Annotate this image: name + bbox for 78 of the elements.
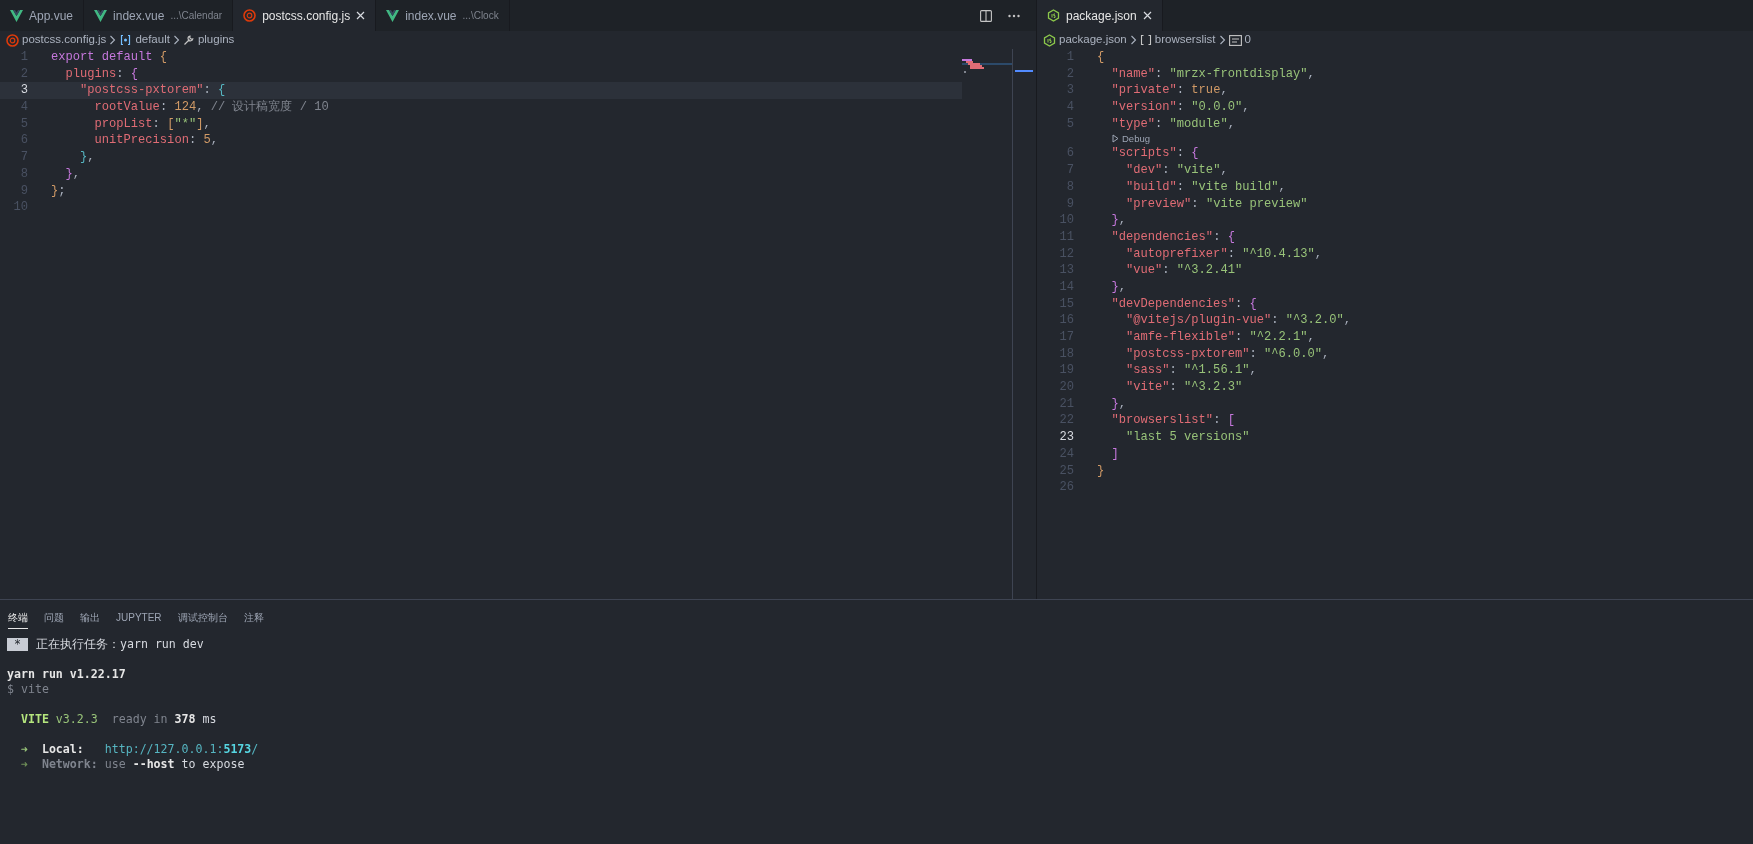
line-number: 23 xyxy=(1058,429,1074,446)
code-line: "devDependencies": { xyxy=(1110,295,1257,313)
close-button[interactable] xyxy=(356,11,366,20)
v-logo-icon xyxy=(386,9,400,22)
code-line: }, xyxy=(1110,395,1127,413)
code-line: }, xyxy=(79,149,95,166)
wrench-icon xyxy=(182,34,195,46)
code-line: "build": "vite build", xyxy=(1125,178,1286,196)
text-box-icon xyxy=(1228,34,1242,46)
more-icon[interactable] xyxy=(1008,13,1020,18)
code-line: "vue": "^3.2.41" xyxy=(1125,262,1243,279)
code-line: { xyxy=(1097,49,1105,66)
code-line: "browserslist": [ xyxy=(1110,412,1235,430)
circle-logo-icon xyxy=(243,9,257,22)
code-line: "postcss-pxtorem": { xyxy=(79,82,226,100)
chevron-right-icon xyxy=(172,35,180,45)
panel-tab[interactable]: 终端 xyxy=(8,608,28,629)
terminal-line: ➜ Local: http://127.0.0.1:5173/ xyxy=(19,742,259,757)
panel-tab[interactable]: 注释 xyxy=(243,608,264,629)
v-logo-icon xyxy=(94,9,108,22)
code-line: "name": "mrzx-frontdisplay", xyxy=(1110,65,1315,83)
breadcrumb-item[interactable]: plugins xyxy=(197,31,235,49)
code-line: }, xyxy=(1110,278,1127,296)
code-line: propList: ["*"], xyxy=(93,115,211,133)
code-line: } xyxy=(1097,462,1105,480)
panel-tab[interactable]: 问题 xyxy=(44,608,64,629)
terminal-line: yarn run v1.22.17 xyxy=(7,667,126,682)
close-button[interactable] xyxy=(1142,11,1152,20)
circle-logo-icon xyxy=(6,33,19,47)
code-line: "@vitejs/plugin-vue": "^3.2.0", xyxy=(1125,312,1352,329)
breadcrumb-item[interactable]: 0 xyxy=(1244,31,1251,49)
code-line: "autoprefixer": "^10.4.13", xyxy=(1125,245,1322,263)
breadcrumb-item[interactable]: postcss.config.js xyxy=(22,31,107,49)
code-line: "type": "module", xyxy=(1110,115,1235,133)
line-number: 3 xyxy=(19,82,28,100)
code-line: unitPrecision: 5, xyxy=(93,132,218,150)
hexagon-icon xyxy=(1043,33,1056,47)
chevron-right-icon xyxy=(109,35,117,45)
task-badge: * xyxy=(7,638,28,651)
code-line: }; xyxy=(51,182,66,200)
play-icon[interactable] xyxy=(1112,134,1119,144)
code-line: plugins: { xyxy=(64,65,139,83)
terminal-line: 正在执行任务：yarn run dev xyxy=(36,637,204,652)
panel-tab[interactable]: 输出 xyxy=(80,608,100,629)
terminal-line: VITE v3.2.3 ready in 378 ms xyxy=(19,712,217,727)
split-editor-icon[interactable] xyxy=(980,9,992,22)
code-line: export default { xyxy=(51,49,168,66)
code-line: rootValue: 124, // 设计稿宽度 / 10 xyxy=(93,99,329,116)
hexagon-icon xyxy=(1047,9,1060,22)
code-line: "vite": "^3.2.3" xyxy=(1125,379,1243,396)
code-line: }, xyxy=(1110,212,1127,229)
code-line: "dependencies": { xyxy=(1110,228,1235,246)
editor-tab[interactable]: postcss.config.js xyxy=(233,0,377,31)
panel-tab[interactable]: JUPYTER xyxy=(116,608,162,629)
terminal-line: ➜ Network: use --host to expose xyxy=(19,757,245,772)
code-line: "version": "0.0.0", xyxy=(1110,99,1250,116)
code-line: "dev": "vite", xyxy=(1125,162,1228,179)
editor-tab[interactable]: package.json xyxy=(1037,0,1163,31)
breadcrumb-item[interactable]: browserslist xyxy=(1154,31,1216,49)
panel-tab[interactable]: 调试控制台 xyxy=(177,608,228,629)
terminal-line: $ vite xyxy=(7,682,49,697)
code-line: }, xyxy=(64,165,81,183)
chevron-right-icon xyxy=(1129,35,1137,45)
v-logo-icon xyxy=(10,9,23,22)
breadcrumb-item[interactable]: package.json xyxy=(1059,31,1127,49)
code-line: "sass": "^1.56.1", xyxy=(1125,362,1257,380)
brackets-icon xyxy=(1139,34,1152,46)
codelens-link[interactable]: Debug xyxy=(1122,131,1150,147)
braces-icon xyxy=(119,34,133,46)
code-line: ] xyxy=(1110,445,1119,463)
breadcrumb-item[interactable]: default xyxy=(135,31,170,49)
chevron-right-icon xyxy=(1218,35,1226,45)
code-line: "preview": "vite preview" xyxy=(1125,195,1308,213)
code-line: "amfe-flexible": "^2.2.1", xyxy=(1125,329,1315,346)
code-line: "scripts": { xyxy=(1110,145,1199,163)
code-line: "private": true, xyxy=(1110,82,1228,100)
code-line: "postcss-pxtorem": "^6.0.0", xyxy=(1125,345,1330,363)
code-line: "last 5 versions" xyxy=(1125,429,1250,446)
